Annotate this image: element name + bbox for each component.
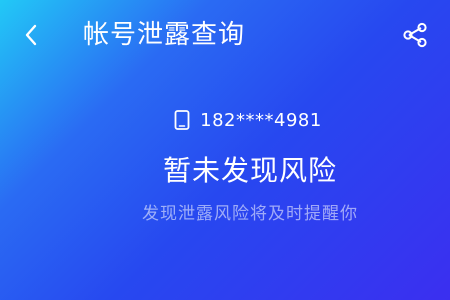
phone-icon bbox=[174, 110, 190, 130]
back-button[interactable] bbox=[14, 18, 48, 52]
account-phone-row: 182****4981 bbox=[0, 106, 450, 134]
phone-number: 182****4981 bbox=[200, 109, 322, 131]
risk-status: 暂未发现风险 bbox=[162, 154, 337, 187]
risk-subtitle: 发现泄露风险将及时提醒你 bbox=[142, 204, 358, 224]
app-header: 帐号泄露查询 bbox=[0, 8, 450, 62]
status-bar bbox=[0, 0, 450, 6]
chevron-left-icon bbox=[25, 24, 37, 46]
share-icon bbox=[403, 22, 427, 48]
share-button[interactable] bbox=[398, 18, 432, 52]
page-title: 帐号泄露查询 bbox=[83, 20, 246, 50]
